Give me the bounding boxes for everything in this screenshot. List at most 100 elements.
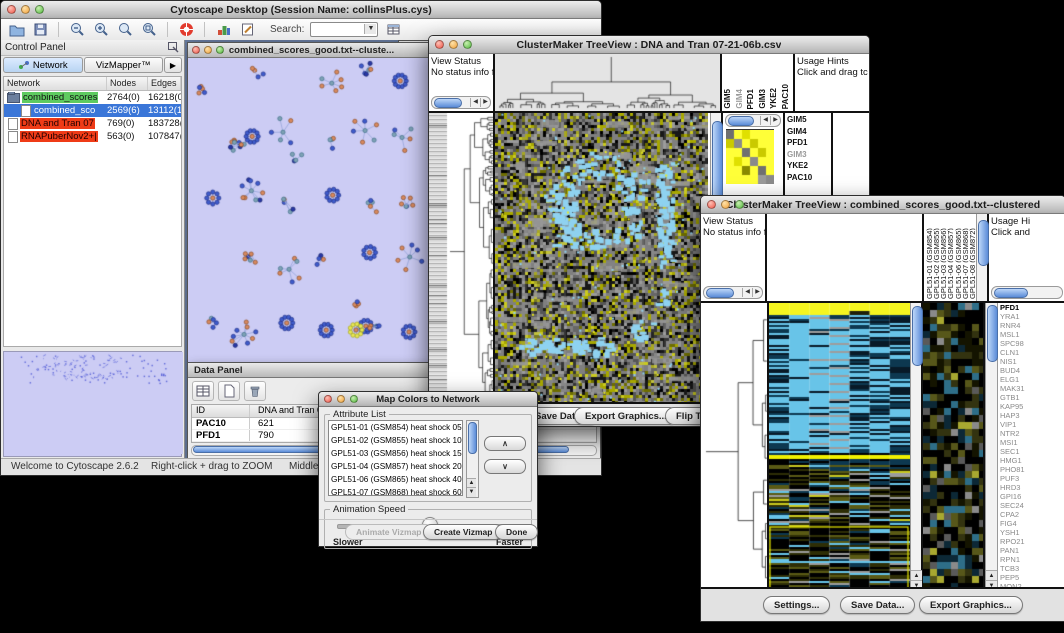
minimize-button[interactable] — [337, 395, 345, 403]
attribute-option[interactable]: GPL51-06 (GSM865) heat shock 40 min — [331, 473, 462, 486]
zoom-window-button[interactable] — [350, 395, 358, 403]
folder-icon — [7, 93, 20, 103]
zoom-actual-icon[interactable] — [116, 21, 134, 39]
close-button[interactable] — [324, 395, 332, 403]
column-label: GPL51-04 (GSM857) — [946, 228, 953, 299]
gene-label: HAP3 — [1000, 411, 1063, 420]
network-tree-row[interactable]: combined_scores2764(0)16218(0) — [4, 91, 181, 104]
view-status-panel: View Status No status info f ◀▶ — [429, 54, 495, 111]
dialog-titlebar[interactable]: Map Colors to Network — [319, 392, 537, 407]
more-tabs-button[interactable]: ▶ — [164, 57, 182, 73]
network-name: RNAPuberNov2+| — [20, 131, 98, 142]
network-table-header[interactable]: Network Nodes Edges — [4, 77, 181, 91]
vizmapper-icon[interactable] — [214, 21, 232, 39]
close-button[interactable] — [707, 200, 716, 209]
control-panel-title: Control Panel — [5, 42, 66, 53]
gene-label: RPN1 — [1000, 555, 1063, 564]
zoom-view-panel[interactable] — [923, 303, 985, 591]
map-colors-dialog: Map Colors to Network Attribute List GPL… — [318, 391, 538, 547]
heatmap[interactable] — [769, 303, 910, 591]
zoom-window-button[interactable] — [735, 200, 744, 209]
done-button[interactable]: Done — [495, 524, 538, 540]
move-up-button[interactable]: ∧ — [484, 436, 526, 451]
treeview2-titlebar[interactable]: ClusterMaker TreeView : combined_scores_… — [701, 196, 1064, 214]
attribute-option[interactable]: GPL51-03 (GSM856) heat shock 15 min — [331, 447, 462, 460]
help-ring-icon[interactable] — [177, 21, 195, 39]
network-tree-row[interactable]: DNA and Tran 07769(0)183728(0) — [4, 117, 181, 130]
tab-vizmapper[interactable]: VizMapper™ — [84, 57, 164, 73]
row-dendrogram[interactable] — [701, 303, 769, 591]
network-overview-thumbnail[interactable] — [3, 351, 182, 457]
zoom-hscrollbar[interactable]: ◀▶ — [725, 114, 781, 127]
settings-button[interactable]: Settings... — [763, 596, 830, 614]
network-canvas[interactable] — [188, 58, 433, 362]
heatmap[interactable] — [495, 113, 710, 406]
treeview1-titlebar[interactable]: ClusterMaker TreeView : DNA and Tran 07-… — [429, 36, 869, 54]
gene-label: GTB1 — [1000, 393, 1063, 402]
export-graphics-button[interactable]: Export Graphics... — [574, 407, 678, 425]
column-labels-panel[interactable]: GIM5GIM4PFD1GIM3YKE2PAC10 — [722, 54, 795, 111]
float-panel-icon[interactable] — [167, 41, 180, 54]
zoom-in-icon[interactable] — [92, 21, 110, 39]
attribute-browser-icon[interactable] — [384, 21, 402, 39]
minimize-button[interactable] — [449, 40, 458, 49]
window-title: Cytoscape Desktop (Session Name: collins… — [170, 4, 431, 16]
minimize-button[interactable] — [204, 46, 212, 54]
column-labels-vscrollbar[interactable] — [976, 214, 989, 301]
open-file-icon[interactable] — [7, 21, 25, 39]
annotation-icon[interactable] — [238, 21, 256, 39]
save-data-button[interactable]: Save Data... — [840, 596, 915, 614]
close-button[interactable] — [435, 40, 444, 49]
zoom-out-icon[interactable] — [68, 21, 86, 39]
column-labels-panel[interactable]: GPL51-01 (GSM854)GPL51-02 (GSM855)GPL51-… — [924, 214, 976, 301]
column-dendrogram[interactable] — [767, 214, 924, 301]
attribute-option[interactable]: GPL51-07 (GSM868) heat shock 60 min — [331, 486, 462, 496]
zoom-window-button[interactable] — [35, 5, 44, 14]
table-icon[interactable] — [192, 381, 214, 401]
attribute-option[interactable]: GPL51-01 (GSM854) heat shock 05 min — [331, 421, 462, 434]
control-panel: Control Panel Network VizMapper™ ▶ Netw — [1, 40, 185, 459]
delete-attribute-icon[interactable] — [244, 381, 266, 401]
new-attribute-icon[interactable] — [218, 381, 240, 401]
move-down-button[interactable]: ∨ — [484, 459, 526, 474]
view-status-panel: View Status No status info f ◀▶ — [701, 214, 767, 301]
hints-hscrollbar[interactable] — [991, 286, 1063, 299]
attribute-listbox[interactable]: GPL51-01 (GSM854) heat shock 05 minGPL51… — [328, 420, 463, 496]
search-input[interactable]: ▼ — [310, 22, 378, 37]
tab-network[interactable]: Network — [3, 57, 83, 73]
dialog-buttonbar: Animate Vizmap Create Vizmap Done — [319, 519, 537, 542]
network-view-title: combined_scores_good.txt--cluste... — [229, 45, 394, 56]
gene-label: MAK31 — [1000, 384, 1063, 393]
heatmap-vscrollbar[interactable]: ▲▼ — [910, 303, 923, 591]
status-hscrollbar[interactable]: ◀▶ — [431, 96, 491, 109]
network-tree-row[interactable]: RNAPuberNov2+|563(0)107847(0) — [4, 130, 181, 143]
network-tree-row[interactable]: combined_sco2569(6)13112(15) — [4, 104, 181, 117]
status-hscrollbar[interactable]: ◀▶ — [703, 286, 763, 299]
column-dendrogram[interactable] — [495, 54, 722, 111]
column-label: YKE2 — [769, 88, 781, 109]
attribute-option[interactable]: GPL51-02 (GSM855) heat shock 10 min — [331, 434, 462, 447]
main-titlebar[interactable]: Cytoscape Desktop (Session Name: collins… — [1, 1, 601, 19]
save-session-icon[interactable] — [31, 21, 49, 39]
animate-vizmap-button[interactable]: Animate Vizmap — [345, 524, 433, 540]
minimize-button[interactable] — [21, 5, 30, 14]
zoom-window-button[interactable] — [463, 40, 472, 49]
attribute-list-vscrollbar[interactable]: ▲▼ — [466, 420, 479, 498]
row-labels-panel[interactable]: PFD1YRA1RNR4MSL1SPC98CLN1NIS1BUD4ELG1MAK… — [998, 303, 1064, 591]
attribute-option[interactable]: GPL51-04 (GSM857) heat shock 20 min — [331, 460, 462, 473]
gene-label: SEC24 — [1000, 501, 1063, 510]
close-button[interactable] — [192, 46, 200, 54]
gene-label: GIM3 — [787, 149, 829, 161]
close-button[interactable] — [7, 5, 16, 14]
row-dendrogram[interactable] — [429, 113, 495, 406]
minimize-button[interactable] — [721, 200, 730, 209]
chevron-down-icon[interactable]: ▼ — [364, 24, 376, 34]
create-vizmap-button[interactable]: Create Vizmap — [423, 524, 503, 540]
gene-list-vscrollbar[interactable]: ▲▼ — [985, 303, 998, 591]
export-graphics-button[interactable]: Export Graphics... — [919, 596, 1023, 614]
column-label: PAC10 — [781, 84, 793, 109]
status-welcome: Welcome to Cytoscape 2.6.2 — [11, 461, 139, 472]
network-view-titlebar[interactable]: combined_scores_good.txt--cluste... — [188, 43, 435, 58]
zoom-window-button[interactable] — [216, 46, 224, 54]
zoom-fit-icon[interactable] — [140, 21, 158, 39]
